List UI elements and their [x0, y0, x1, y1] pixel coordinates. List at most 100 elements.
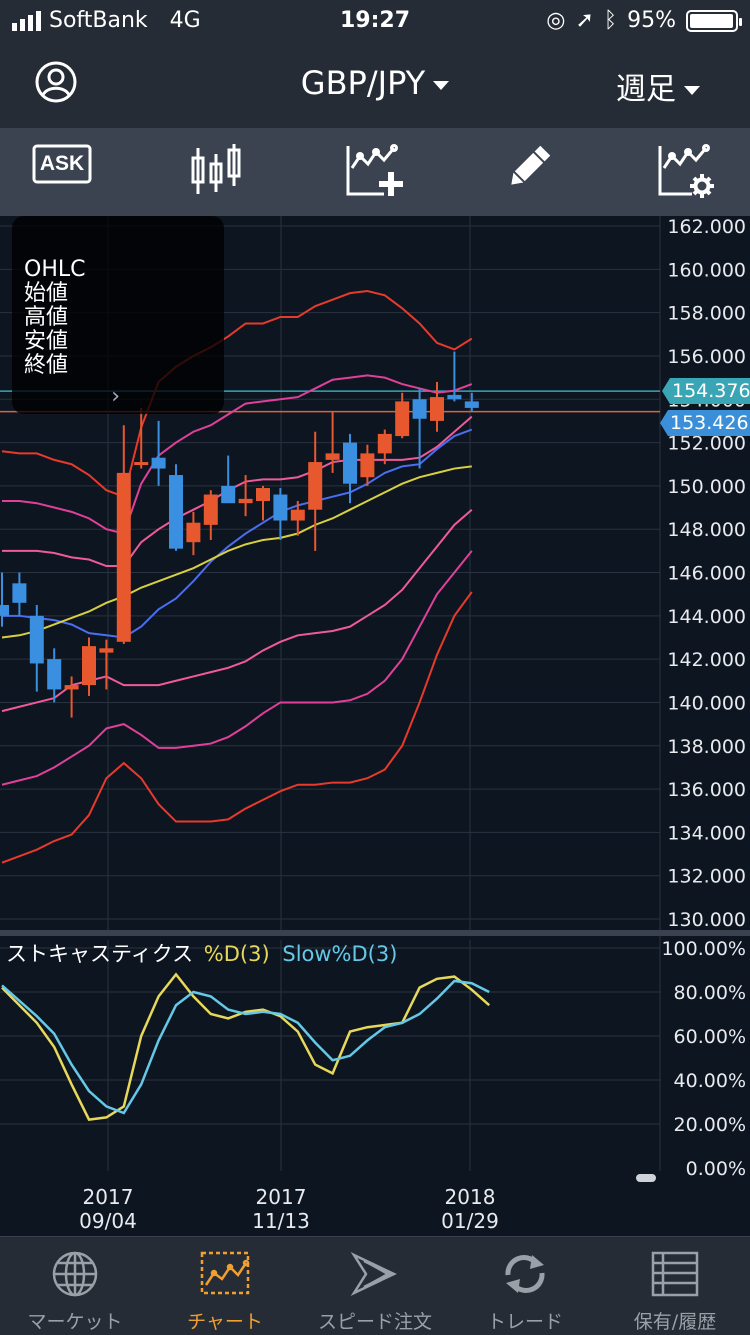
candle-body: [221, 485, 236, 504]
price-axis-label: 160.000: [667, 259, 746, 281]
tab-label: 保有/履歴: [633, 1311, 717, 1333]
tab-market[interactable]: マーケット: [0, 1237, 150, 1335]
stochastic-d-label: %D(3): [203, 942, 270, 966]
price-axis-label: 134.000: [667, 822, 746, 844]
scroll-handle[interactable]: [636, 1174, 656, 1182]
stochastic-axis-label: 60.00%: [674, 1026, 746, 1048]
candle-body: [377, 433, 392, 454]
candle-body: [29, 615, 44, 664]
stochastic-legend: ストキャスティクス %D(3) Slow%D(3): [6, 938, 397, 968]
candle-body: [47, 659, 62, 690]
tab-label: チャート: [187, 1311, 263, 1333]
candle-body: [0, 604, 9, 616]
candle-body: [308, 462, 323, 510]
bid-price-tag: 154.376: [662, 378, 750, 404]
stochastic-axis-label: 40.00%: [674, 1070, 746, 1092]
stochastic-slowd-label: Slow%D(3): [282, 942, 398, 966]
period-label: 週足: [616, 72, 676, 107]
date-axis-date: 01/29: [441, 1209, 499, 1233]
location-icon: ➚: [575, 8, 594, 33]
status-bar: SoftBank 4G 19:27 ◎ ➚ ᛒ 95%: [0, 0, 750, 44]
current-price-tag: 153.426: [660, 410, 750, 436]
candle-body: [64, 685, 79, 690]
tab-speed-order[interactable]: スピード注文: [300, 1237, 450, 1335]
bid-price: 154.376: [672, 380, 750, 402]
ohlc-high-label: 高値: [24, 305, 69, 330]
ohlc-open-label: 始値: [24, 281, 69, 306]
price-axis-label: 162.000: [667, 216, 746, 238]
rotation-lock-icon: ◎: [546, 8, 566, 33]
tab-trade[interactable]: トレード: [450, 1237, 600, 1335]
stochastic-axis-label: 80.00%: [674, 982, 746, 1004]
candle-body: [395, 401, 410, 437]
history-icon: [651, 1251, 699, 1297]
ask-label: ASK: [39, 152, 85, 175]
nav-bar: GBP/JPY 週足: [0, 44, 750, 128]
candle-body: [343, 442, 357, 484]
tab-label: スピード注文: [317, 1311, 432, 1333]
date-axis-year: 2017: [256, 1185, 307, 1209]
price-axis-label: 150.000: [667, 476, 746, 498]
candle-body: [447, 394, 462, 400]
tab-chart[interactable]: チャート: [150, 1237, 300, 1335]
price-axis-label: 138.000: [667, 736, 746, 758]
price-axis-label: 140.000: [667, 692, 746, 714]
chevron-down-icon: [684, 86, 700, 95]
globe-icon: [52, 1251, 98, 1297]
candle-body: [99, 648, 114, 653]
price-axis-label: 146.000: [667, 563, 746, 585]
date-axis-year: 2018: [445, 1185, 496, 1209]
chart-icon: [200, 1251, 250, 1295]
stochastic-axis-label: 0.00%: [686, 1158, 746, 1180]
tab-bar: マーケット チャート スピード注文 トレード 保有/履歴: [0, 1236, 750, 1335]
ask-toggle-button[interactable]: ASK: [32, 142, 92, 190]
candle-body: [82, 646, 96, 686]
candlestick-icon[interactable]: [190, 142, 242, 202]
trade-icon: [505, 1255, 545, 1293]
indicator-settings-icon[interactable]: [656, 142, 716, 204]
candle-body: [256, 488, 270, 502]
price-axis-label: 136.000: [667, 779, 746, 801]
tab-history[interactable]: 保有/履歴: [600, 1237, 750, 1335]
date-axis-date: 09/04: [79, 1209, 137, 1233]
chart-toolbar: ASK: [0, 128, 750, 216]
battery-icon: [686, 9, 742, 32]
ohlc-title: OHLC: [24, 257, 86, 282]
price-axis-label: 144.000: [667, 606, 746, 628]
candle-body: [186, 522, 201, 543]
stochastic-axis-label: 100.00%: [661, 938, 746, 960]
stochastic-title: ストキャスティクス: [6, 942, 194, 966]
price-axis-label: 158.000: [667, 303, 746, 325]
speed-order-icon: [350, 1252, 397, 1296]
add-indicator-icon[interactable]: [344, 142, 404, 204]
candle-body: [430, 397, 444, 421]
date-axis-year: 2017: [83, 1185, 134, 1209]
chevron-down-icon: [433, 80, 450, 90]
candle-body: [12, 583, 27, 603]
ohlc-low-label: 安値: [24, 329, 69, 354]
price-axis-label: 130.000: [667, 909, 746, 931]
ohlc-panel[interactable]: OHLC 始値 高値 安値 終値 ›: [12, 216, 224, 414]
candle-body: [203, 494, 218, 525]
candle-body: [325, 453, 340, 460]
stochastic-axis-label: 20.00%: [674, 1114, 746, 1136]
price-axis-label: 156.000: [667, 346, 746, 368]
stochastic-line: [1, 972, 491, 1121]
candle-body: [412, 399, 427, 419]
candle-body: [273, 494, 288, 521]
candle-body: [238, 498, 253, 504]
pair-label: GBP/JPY: [300, 64, 426, 102]
current-price: 153.426: [670, 412, 749, 434]
period-selector[interactable]: 週足: [616, 64, 700, 108]
candle-body: [290, 509, 305, 521]
chevron-right-icon[interactable]: ›: [111, 384, 120, 409]
tab-label: トレード: [486, 1311, 563, 1333]
ohlc-close-label: 終値: [24, 353, 69, 378]
candle-body: [169, 475, 183, 549]
candle-body: [360, 453, 375, 478]
price-axis-label: 142.000: [667, 649, 746, 671]
draw-pencil-icon[interactable]: [504, 142, 554, 196]
price-axis-label: 132.000: [667, 866, 746, 888]
candle-body: [116, 472, 131, 642]
bluetooth-icon: ᛒ: [603, 8, 618, 33]
